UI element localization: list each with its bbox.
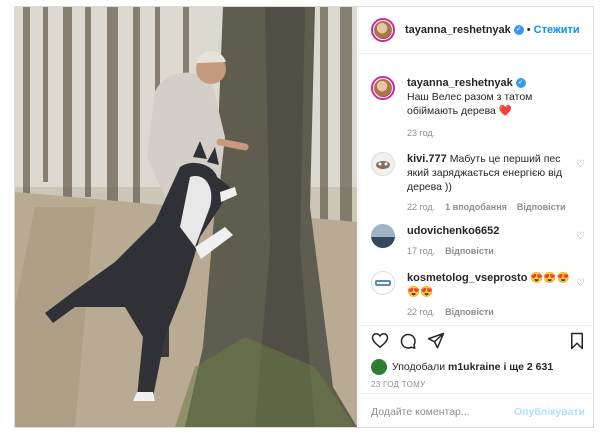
likes-line: Уподобали m1ukraine і ще 2 631	[371, 359, 553, 375]
liker-avatar[interactable]	[371, 359, 387, 375]
comment-like-heart-icon[interactable]: ♡	[576, 230, 585, 244]
comment-username[interactable]: kosmetolog_vseprosto	[407, 272, 527, 284]
comment-avatar[interactable]	[371, 271, 395, 295]
verified-icon: ✓	[515, 78, 526, 89]
likes-count[interactable]: і ще 2 631	[503, 361, 553, 373]
comment-like-heart-icon[interactable]: ♡	[576, 158, 585, 172]
reply-button[interactable]: Відповісти	[445, 246, 494, 256]
post-date[interactable]: 23 ГОД ТОМУ	[371, 380, 426, 389]
caption-heart-emoji: ❤️	[498, 105, 512, 117]
heart-icon[interactable]	[371, 332, 389, 354]
comment-time[interactable]: 22 год.	[407, 202, 435, 212]
reply-button[interactable]: Відповісти	[517, 202, 566, 212]
caption-avatar[interactable]	[371, 76, 395, 100]
caption-username[interactable]: tayanna_reshetnyak	[407, 77, 513, 89]
action-bar	[359, 325, 593, 356]
post-sidebar: tayanna_reshetnyak ✓ • Стежити tayanna_r…	[358, 7, 593, 427]
post-header: tayanna_reshetnyak ✓ • Стежити	[359, 7, 593, 54]
comment-username[interactable]: kivi.777	[407, 153, 447, 165]
comment-time[interactable]: 22 год.	[407, 307, 435, 317]
post-window: tayanna_reshetnyak ✓ • Стежити tayanna_r…	[14, 6, 594, 428]
comments-list: tayanna_reshetnyak ✓ Наш Велес разом з та…	[359, 54, 593, 324]
post-photo[interactable]	[15, 7, 357, 427]
caption-time[interactable]: 23 год.	[407, 128, 435, 138]
add-comment-bar: Додайте коментар... Опублікувати	[359, 393, 593, 427]
caption-text: Наш Велес разом з татом обіймають дерева	[407, 91, 533, 117]
author-avatar[interactable]	[371, 18, 395, 42]
comment-like-heart-icon[interactable]: ♡	[576, 277, 585, 291]
dot-separator: •	[526, 24, 531, 36]
author-username[interactable]: tayanna_reshetnyak	[405, 24, 511, 36]
comment-icon[interactable]	[399, 332, 417, 355]
liker-username[interactable]: m1ukraine	[448, 361, 501, 373]
bookmark-icon[interactable]	[569, 332, 585, 355]
reply-button[interactable]: Відповісти	[445, 307, 494, 317]
comment-avatar[interactable]	[371, 152, 395, 176]
share-icon[interactable]	[427, 332, 445, 355]
comment-time[interactable]: 17 год.	[407, 246, 435, 256]
comment-avatar[interactable]	[371, 224, 395, 248]
publish-button[interactable]: Опублікувати	[514, 406, 585, 418]
follow-button[interactable]: Стежити	[534, 24, 580, 36]
likes-prefix: Уподобали	[392, 361, 446, 373]
comment-likes[interactable]: 1 вподобання	[445, 202, 507, 212]
add-comment-input[interactable]: Додайте коментар...	[371, 406, 470, 418]
comment-username[interactable]: udovichenko6652	[407, 225, 499, 237]
verified-icon: ✓	[513, 25, 524, 35]
